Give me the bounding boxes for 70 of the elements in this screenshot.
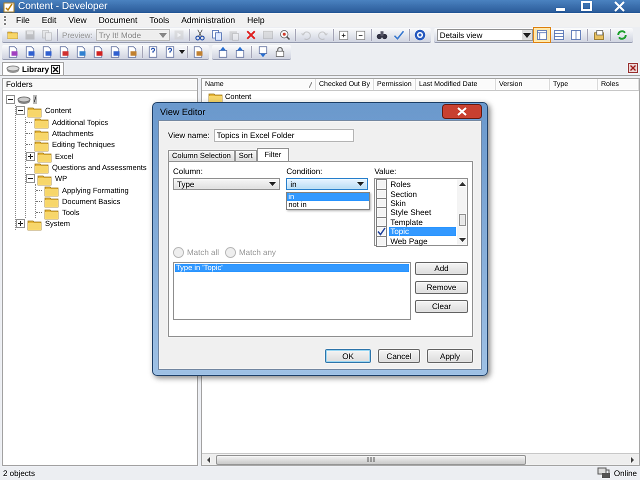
menu-item[interactable]: View <box>62 15 93 25</box>
checkbox[interactable] <box>376 188 388 200</box>
dialog-button[interactable]: Add <box>415 262 468 275</box>
library-tab[interactable]: Library <box>2 62 64 75</box>
field-label: Value: <box>374 167 398 176</box>
app-icon <box>3 0 15 12</box>
column-dropdown[interactable]: Type <box>173 178 280 190</box>
vertical-scrollbar[interactable] <box>457 179 467 245</box>
checkbox[interactable] <box>376 236 388 247</box>
close-icon[interactable] <box>51 64 60 74</box>
dialog-button[interactable]: Clear <box>415 300 468 313</box>
dialog-button[interactable]: Apply <box>427 349 473 363</box>
preview-label: Preview: <box>62 30 93 40</box>
checkbox[interactable] <box>376 179 388 190</box>
details-view-icon[interactable] <box>534 28 550 42</box>
list-item[interactable]: Template <box>389 218 456 227</box>
object-count: 2 objects <box>3 468 36 478</box>
field-label: Condition: <box>286 167 324 176</box>
panel-heading: Folders <box>3 79 197 91</box>
checkbox[interactable] <box>376 216 388 228</box>
dialog-button[interactable]: Cancel <box>378 349 420 363</box>
menu-item[interactable]: Administration <box>175 15 242 25</box>
checkbox[interactable] <box>376 207 388 218</box>
grip-icon <box>367 457 375 462</box>
list-item[interactable]: Section <box>389 190 456 199</box>
view-name-field[interactable]: Topics in Excel Folder <box>214 129 354 142</box>
checkbox[interactable] <box>376 198 388 209</box>
dialog-title: View Editor <box>160 106 206 116</box>
field-label: View name: <box>168 131 210 140</box>
dropdown-arrow-icon[interactable] <box>179 50 185 54</box>
collapse-icon[interactable] <box>26 174 35 184</box>
menu-item[interactable]: Tools <box>143 15 176 25</box>
dropdown-arrow-icon <box>269 182 276 186</box>
list-item[interactable]: Skin <box>389 198 456 208</box>
drive-icon <box>17 94 31 105</box>
network-icon <box>596 467 611 479</box>
menu-item[interactable]: Document <box>92 15 144 25</box>
scroll-thumb[interactable] <box>458 214 466 226</box>
condition-dropdown[interactable]: in <box>286 178 368 190</box>
field-label: Column: <box>173 167 204 176</box>
scroll-right-icon[interactable] <box>628 456 636 464</box>
collapse-icon[interactable] <box>16 106 25 116</box>
scroll-thumb[interactable] <box>216 454 526 464</box>
connection-status: Online <box>614 468 637 478</box>
window-title: Content - Developer <box>18 0 108 12</box>
dialog-button[interactable]: OK <box>325 349 371 363</box>
dropdown-arrow-icon <box>522 32 531 38</box>
view-dropdown[interactable]: Details view <box>436 29 533 41</box>
collapse-icon[interactable] <box>6 95 15 104</box>
radio-label: Match all <box>187 248 220 257</box>
list-item[interactable]: Roles <box>389 180 456 190</box>
menu-item[interactable]: Help <box>241 15 271 25</box>
expand-icon[interactable] <box>16 219 25 228</box>
horizontal-scrollbar[interactable] <box>202 453 639 465</box>
sort-icon <box>309 82 312 88</box>
checkbox[interactable] <box>376 226 388 238</box>
menu-item[interactable]: File <box>10 15 36 25</box>
drive-icon <box>6 64 20 74</box>
expand-icon[interactable] <box>26 152 35 161</box>
dropdown-arrow-icon <box>357 182 364 186</box>
menu-item[interactable]: Edit <box>36 15 62 25</box>
dropdown-arrow-icon <box>158 32 167 38</box>
list-item[interactable]: Web Page <box>389 236 456 246</box>
scroll-up-icon[interactable] <box>458 182 466 186</box>
list-item[interactable]: Style Sheet <box>389 208 456 218</box>
dialog-button[interactable]: Remove <box>415 281 468 294</box>
scroll-down-icon[interactable] <box>458 238 466 242</box>
close-icon[interactable] <box>442 104 482 119</box>
radio-label: Match any <box>239 248 276 257</box>
scroll-left-icon[interactable] <box>205 456 213 464</box>
